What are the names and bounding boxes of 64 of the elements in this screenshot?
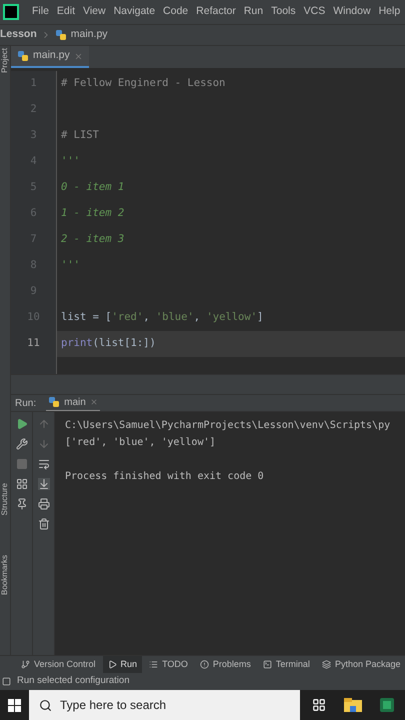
- pin-icon[interactable]: [16, 498, 28, 510]
- menu-item[interactable]: Navigate: [114, 4, 156, 20]
- code-line: ''': [61, 154, 80, 170]
- print-icon[interactable]: [38, 498, 50, 510]
- wrap-icon[interactable]: [38, 458, 50, 470]
- menu-item[interactable]: VCS: [304, 4, 326, 20]
- line-number: 11: [27, 336, 40, 352]
- project-tool-label[interactable]: Project: [1, 48, 9, 73]
- python-file-icon: [48, 396, 60, 408]
- scroll-to-end-icon[interactable]: [38, 478, 50, 490]
- structure-tool-label[interactable]: Structure: [1, 482, 9, 515]
- menu-item[interactable]: Run: [244, 4, 264, 20]
- play-icon: [108, 660, 117, 669]
- code-line: list = ['red', 'blue', 'yellow']: [61, 310, 264, 326]
- layout-icon[interactable]: [16, 478, 28, 490]
- code-line: 1 - item 2: [61, 206, 124, 222]
- menu-item[interactable]: File: [32, 4, 49, 20]
- terminal-icon: [262, 660, 272, 669]
- tool-window-button[interactable]: Terminal: [258, 656, 315, 673]
- list-icon: [149, 660, 158, 669]
- task-view-icon[interactable]: [312, 698, 326, 712]
- bookmarks-tool-label[interactable]: Bookmarks: [1, 554, 9, 595]
- tool-window-button[interactable]: Version Control: [16, 656, 101, 673]
- wrench-icon[interactable]: [16, 438, 28, 450]
- code-line: # Fellow Enginerd - Lesson: [61, 76, 226, 92]
- app-logo-icon: [3, 4, 19, 20]
- breadcrumb-project[interactable]: Lesson: [0, 27, 37, 43]
- windows-logo-icon[interactable]: [8, 698, 21, 712]
- breadcrumb-file[interactable]: main.py: [70, 27, 108, 43]
- menu-item[interactable]: Tools: [271, 4, 296, 20]
- code-line: 0 - item 1: [61, 180, 124, 196]
- console-output-line: ['red', 'blue', 'yellow']: [65, 437, 216, 448]
- menu-item[interactable]: Refactor: [196, 4, 236, 20]
- code-line: print(list[1:]): [61, 336, 156, 352]
- trash-icon[interactable]: [38, 518, 50, 530]
- search-input[interactable]: Type here to search: [60, 696, 280, 714]
- code-line: # LIST: [61, 128, 99, 144]
- status-square-icon: [2, 677, 11, 686]
- tool-window-button[interactable]: Problems: [194, 656, 256, 673]
- folder-icon[interactable]: [344, 698, 362, 712]
- layers-icon: [322, 660, 331, 669]
- menu-item[interactable]: Edit: [56, 4, 76, 20]
- code-line: 2 - item 3: [61, 232, 124, 248]
- menu-item[interactable]: Code: [163, 4, 188, 20]
- menu-item[interactable]: Window: [333, 4, 371, 20]
- console-command: C:\Users\Samuel\PycharmProjects\Lesson\venv\Scripts\py: [65, 420, 390, 431]
- tool-window-button[interactable]: Python Package: [316, 656, 405, 673]
- spreadsheet-app-icon[interactable]: [380, 698, 394, 712]
- menu-item[interactable]: View: [83, 4, 106, 20]
- console-exit-message: Process finished with exit code 0: [65, 471, 264, 482]
- tool-window-button[interactable]: Run: [102, 656, 142, 673]
- run-panel-label: Run:: [15, 396, 36, 410]
- editor-tab[interactable]: main.py: [11, 46, 89, 68]
- python-file-icon: [17, 50, 29, 62]
- taskbar-search-field[interactable]: Type here to search: [29, 690, 300, 720]
- code-line: ''': [61, 258, 80, 274]
- search-icon: [39, 698, 52, 712]
- python-file-icon: [54, 29, 67, 41]
- run-icon[interactable]: [16, 418, 28, 430]
- tool-window-button[interactable]: TODO: [144, 656, 193, 673]
- menu-item[interactable]: Help: [378, 4, 400, 20]
- branch-icon: [21, 660, 30, 669]
- status-text: Run selected configuration: [17, 674, 130, 688]
- alert-icon: [200, 660, 209, 669]
